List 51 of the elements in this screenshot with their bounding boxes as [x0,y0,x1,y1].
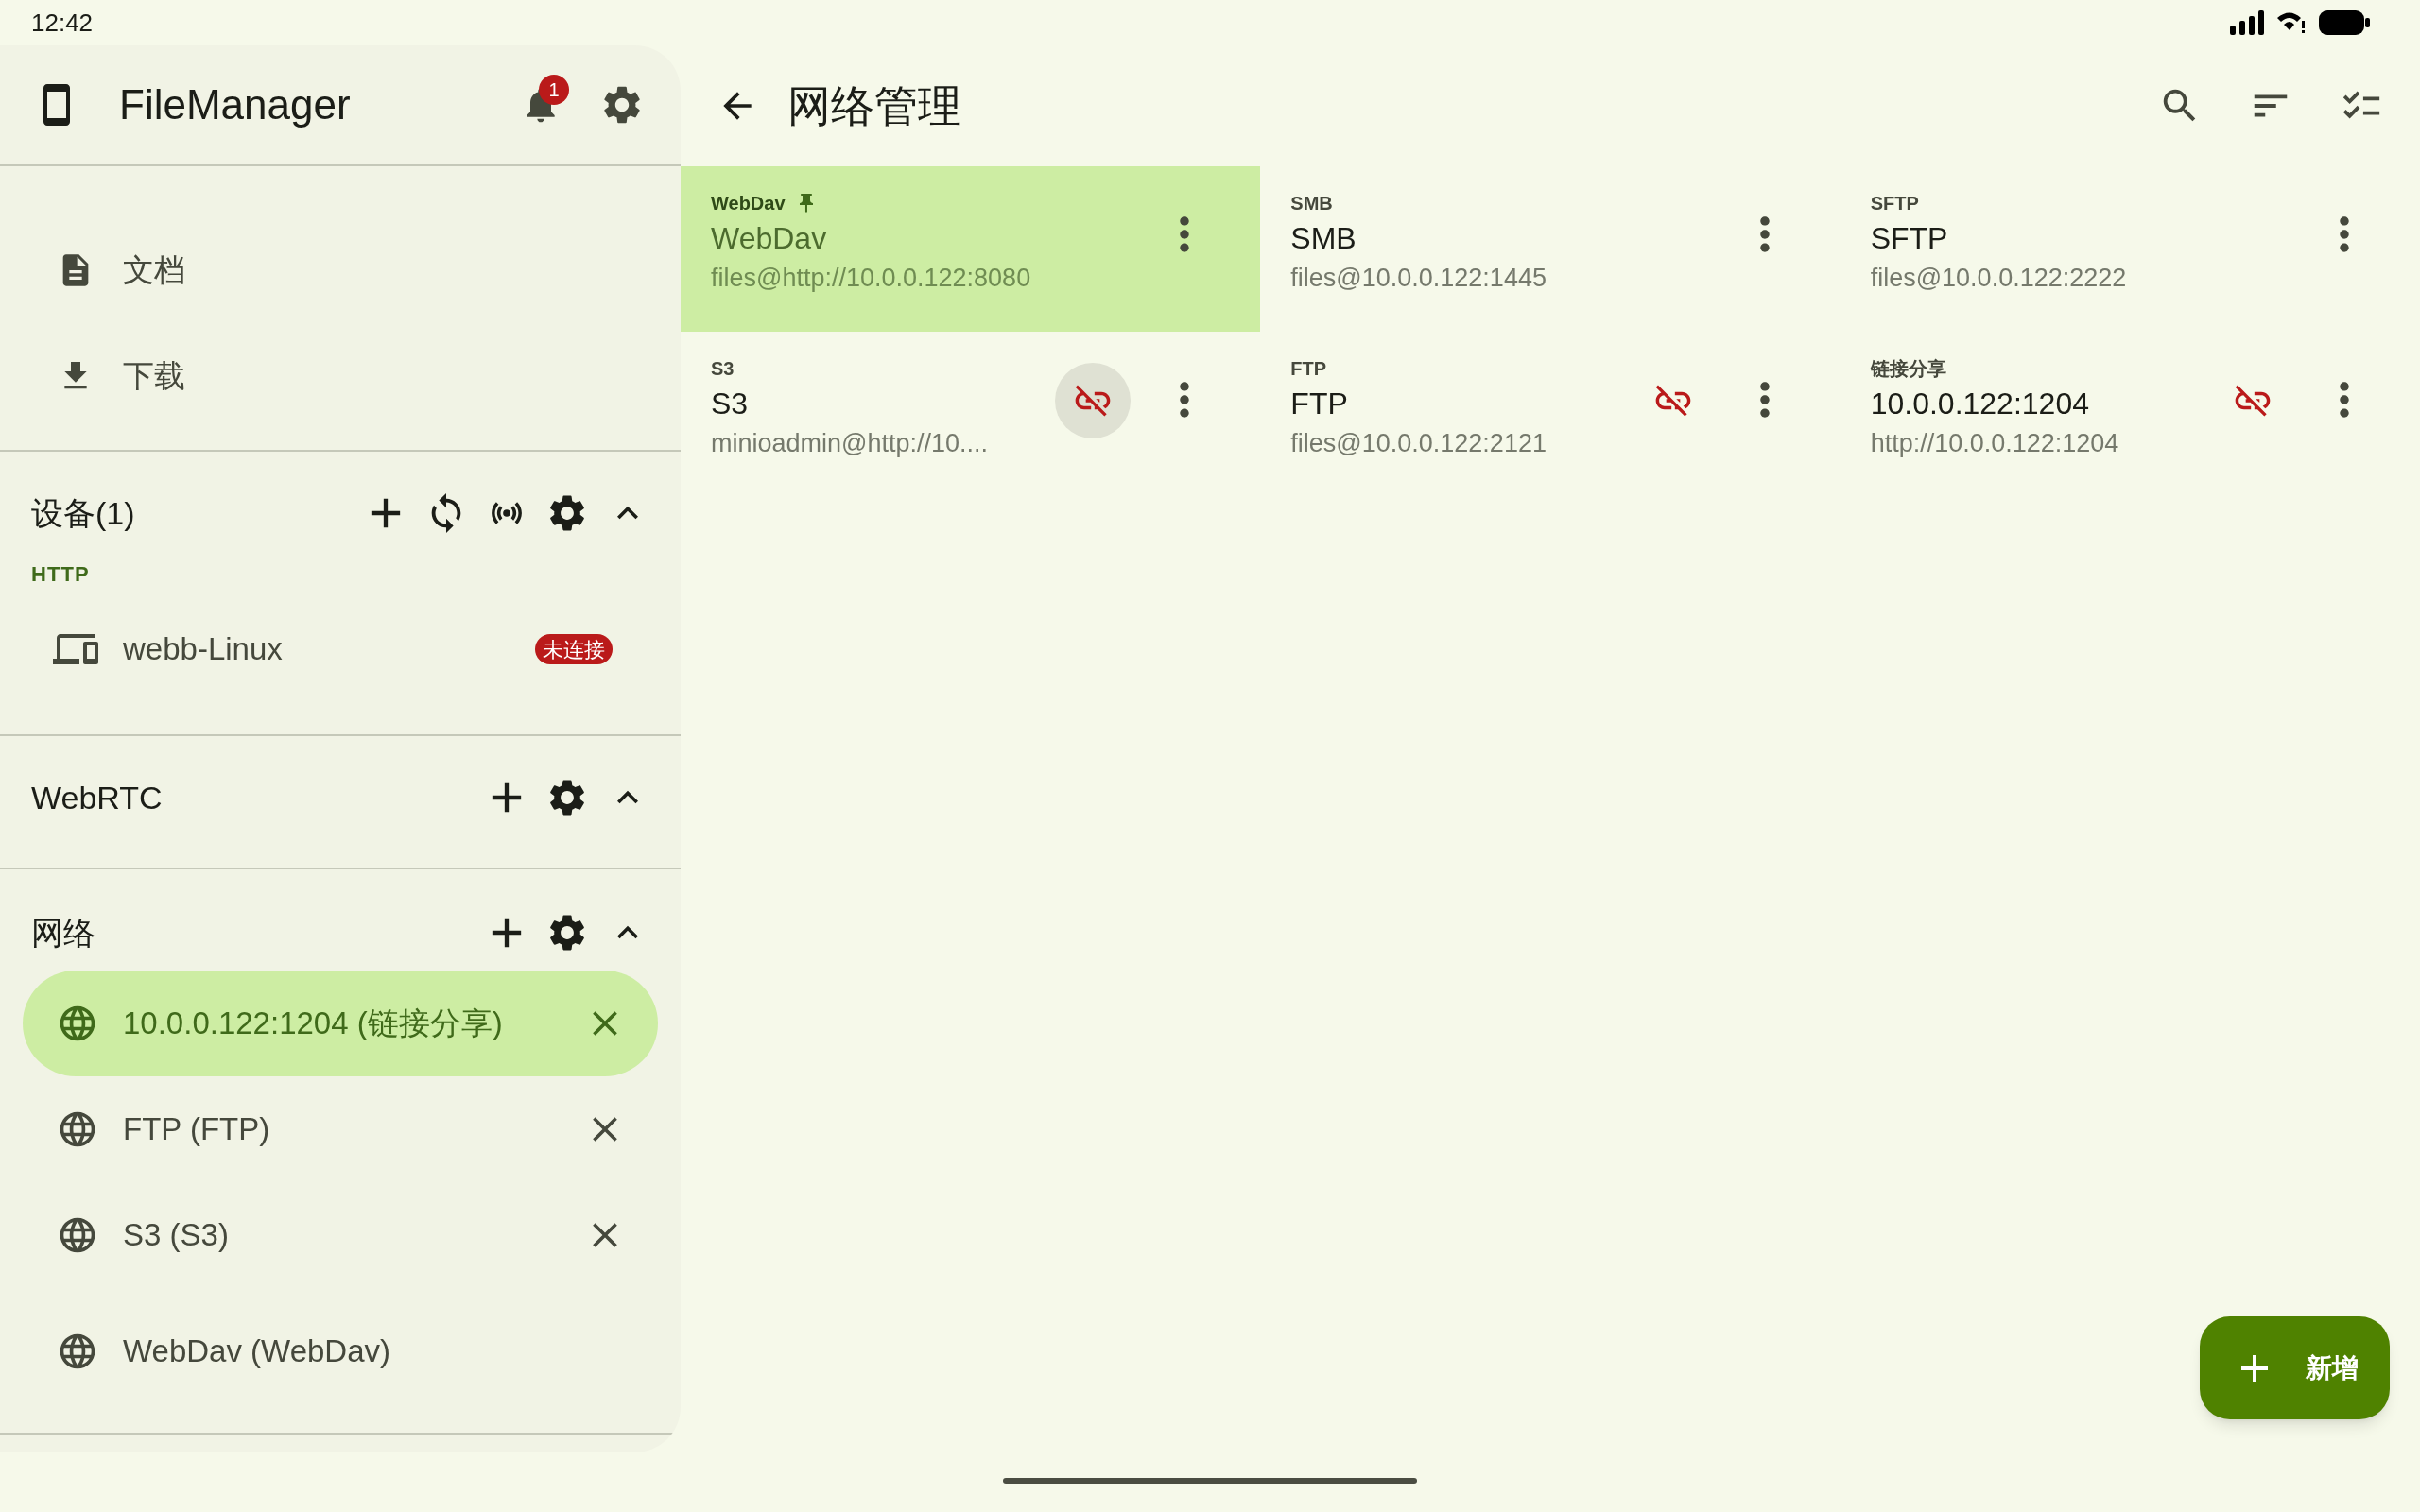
card-type: WebDav [711,192,786,215]
card-type: FTP [1290,357,1327,381]
card-type: 链接分享 [1870,357,1946,381]
connection-item[interactable]: S3 (S3) [23,1182,658,1288]
new-button[interactable]: 新增 [2200,1316,2390,1419]
notifications-button[interactable]: 1 [510,75,571,135]
device-item[interactable]: webb-Linux 未连接 [0,596,681,702]
card-title: SFTP [1870,220,1949,257]
connection-card[interactable]: WebDav WebDav files@http://10.0.0.122:8080 [681,166,1261,332]
section-title: 网络 [31,913,96,953]
connection-item[interactable]: FTP (FTP) [23,1076,658,1182]
card-type: SMB [1290,192,1333,215]
group-label: HTTP [30,560,91,588]
connection-card[interactable]: SFTP SFTP files@10.0.0.122:2222 [1840,166,2420,332]
section-title: 设备(1) [31,493,136,533]
page-title: 网络管理 [787,79,962,132]
more-icon [1758,381,1771,419]
app-title: FileManager [119,80,352,129]
card-type: SFTP [1870,192,1919,215]
notification-badge: 1 [539,75,569,105]
card-title: S3 [711,386,750,422]
card-title: SMB [1290,220,1357,257]
connection-item[interactable]: WebDav (WebDav) [23,1298,658,1404]
connection-card[interactable]: FTP FTP files@10.0.0.122:2121 [1260,332,1841,497]
signal-icon [2230,10,2264,35]
connection-item[interactable]: 10.0.0.122:1204 (链接分享) [23,971,658,1076]
nav-item[interactable]: 下载 [0,323,681,429]
battery-icon [2319,10,2370,35]
wifi-icon [2277,11,2306,34]
card-address: minioadmin@http://10.... [711,428,990,459]
card-title: WebDav [711,220,828,257]
more-icon [1179,381,1191,419]
status-time: 12:42 [31,7,94,39]
card-address: files@10.0.0.122:2121 [1290,428,1547,459]
status-badge: 未连接 [535,634,613,664]
card-title: FTP [1290,386,1349,422]
more-icon [1179,215,1191,253]
card-address: files@10.0.0.122:1445 [1290,263,1547,294]
card-address: files@http://10.0.0.122:8080 [711,263,1032,294]
nav-item[interactable]: 文档 [0,217,681,323]
more-icon [1758,215,1771,253]
connection-card[interactable]: SMB SMB files@10.0.0.122:1445 [1260,166,1841,332]
card-type: S3 [711,357,735,381]
section-title: WebRTC [31,778,164,817]
card-title: 10.0.0.122:1204 [1870,386,2090,422]
more-icon [2339,215,2350,253]
connection-card[interactable]: S3 S3 minioadmin@http://10.... [681,332,1261,497]
connection-card[interactable]: 链接分享 10.0.0.122:1204 http://10.0.0.122:1204 [1840,332,2420,497]
card-address: files@10.0.0.122:2222 [1870,263,2128,294]
card-address: http://10.0.0.122:1204 [1870,428,2120,459]
more-icon [2339,381,2350,419]
